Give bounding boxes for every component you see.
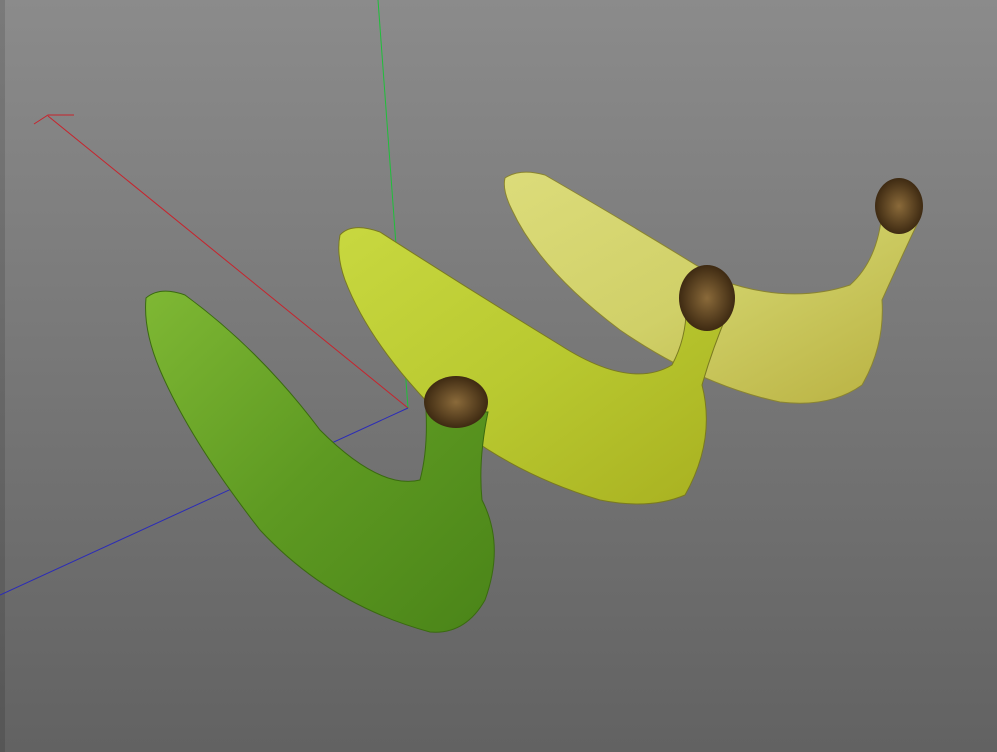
banana-stem-tip xyxy=(424,376,488,428)
banana-stem-tip xyxy=(679,265,735,331)
scene xyxy=(0,0,923,633)
3d-viewport[interactable] xyxy=(0,0,997,752)
banana-stem-tip xyxy=(875,178,923,234)
x-axis-arrowhead xyxy=(33,114,74,125)
